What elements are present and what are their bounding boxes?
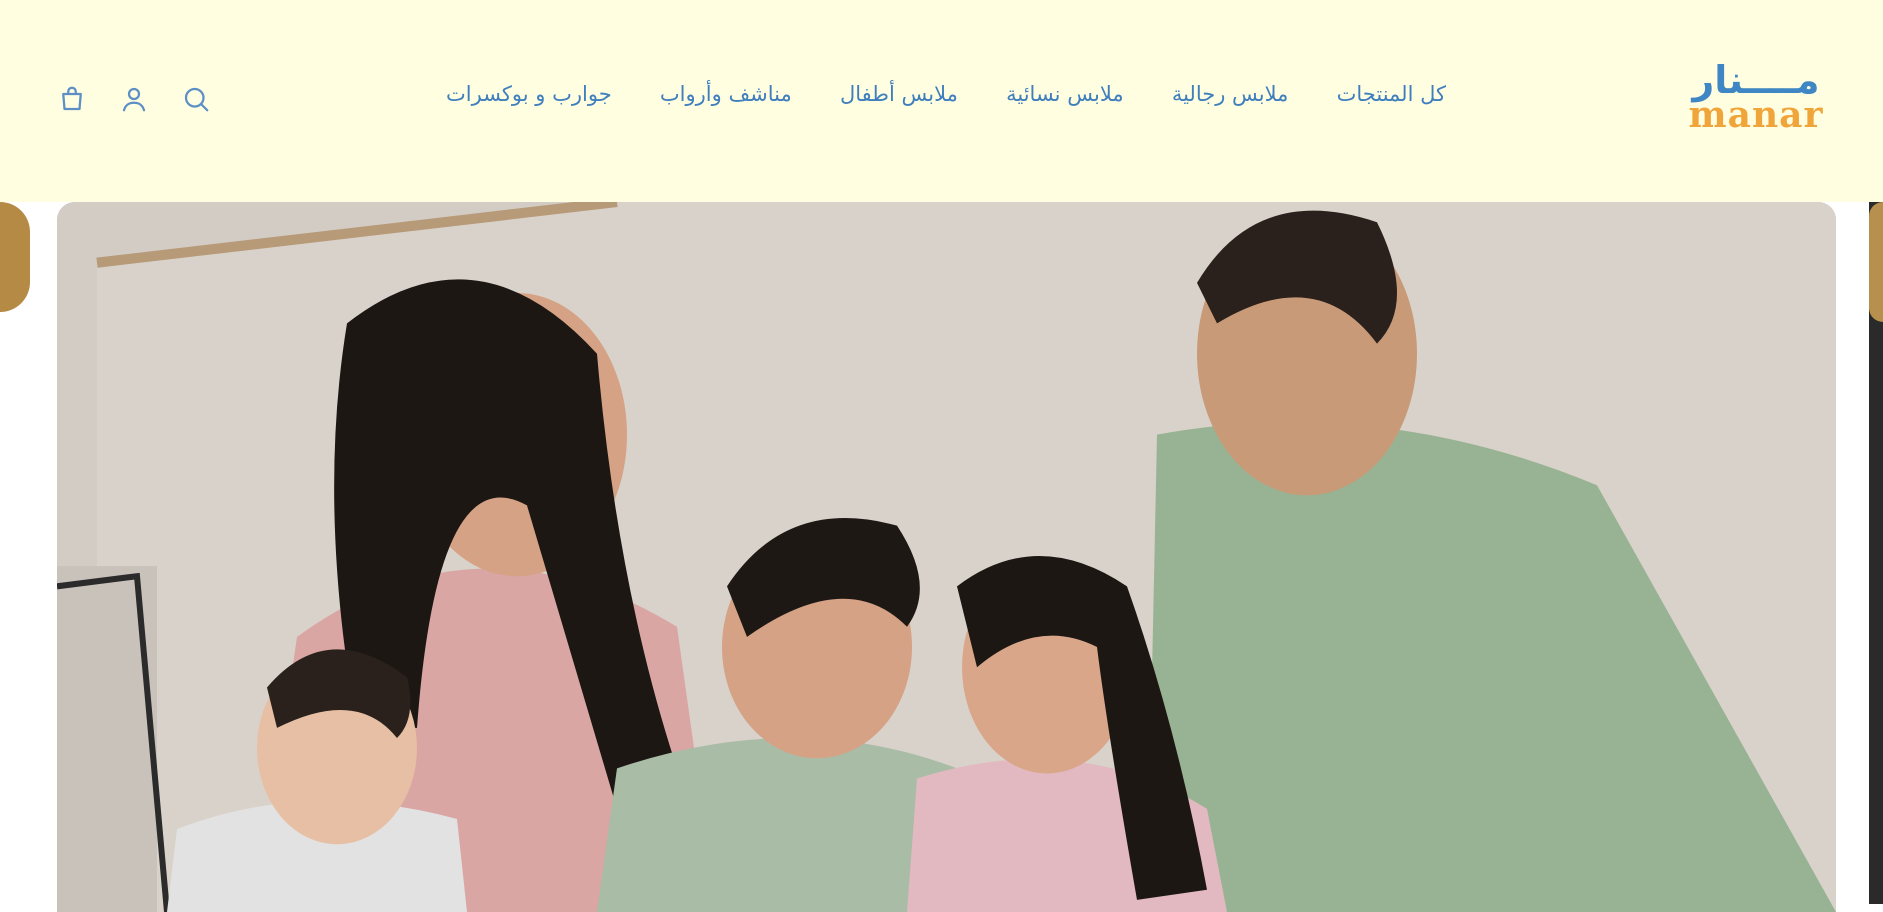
search-icon[interactable] (180, 82, 212, 116)
nav-item-men[interactable]: ملابس رجالية (1172, 82, 1289, 106)
main-nav: كل المنتجات ملابس رجالية ملابس نسائية مل… (446, 82, 1446, 106)
logo-latin: manar (1688, 94, 1824, 136)
nav-item-women[interactable]: ملابس نسائية (1006, 82, 1124, 106)
site-logo[interactable]: مــــنار manar (1681, 60, 1831, 136)
carousel-prev-slide-peek[interactable] (0, 202, 30, 312)
nav-item-towels-robes[interactable]: مناشف وأرواب (660, 82, 792, 106)
carousel-next-slide-peek[interactable] (1869, 202, 1883, 904)
hero-banner-image[interactable] (57, 202, 1836, 912)
nav-item-socks-boxers[interactable]: جوارب و بوكسرات (446, 82, 612, 106)
family-photo-illustration (57, 202, 1836, 912)
cart-icon[interactable] (56, 82, 88, 116)
header-icons (56, 82, 212, 116)
nav-item-kids[interactable]: ملابس أطفال (840, 82, 958, 106)
account-icon[interactable] (118, 82, 150, 116)
site-header: كل المنتجات ملابس رجالية ملابس نسائية مل… (0, 0, 1883, 202)
nav-item-all-products[interactable]: كل المنتجات (1337, 82, 1446, 106)
